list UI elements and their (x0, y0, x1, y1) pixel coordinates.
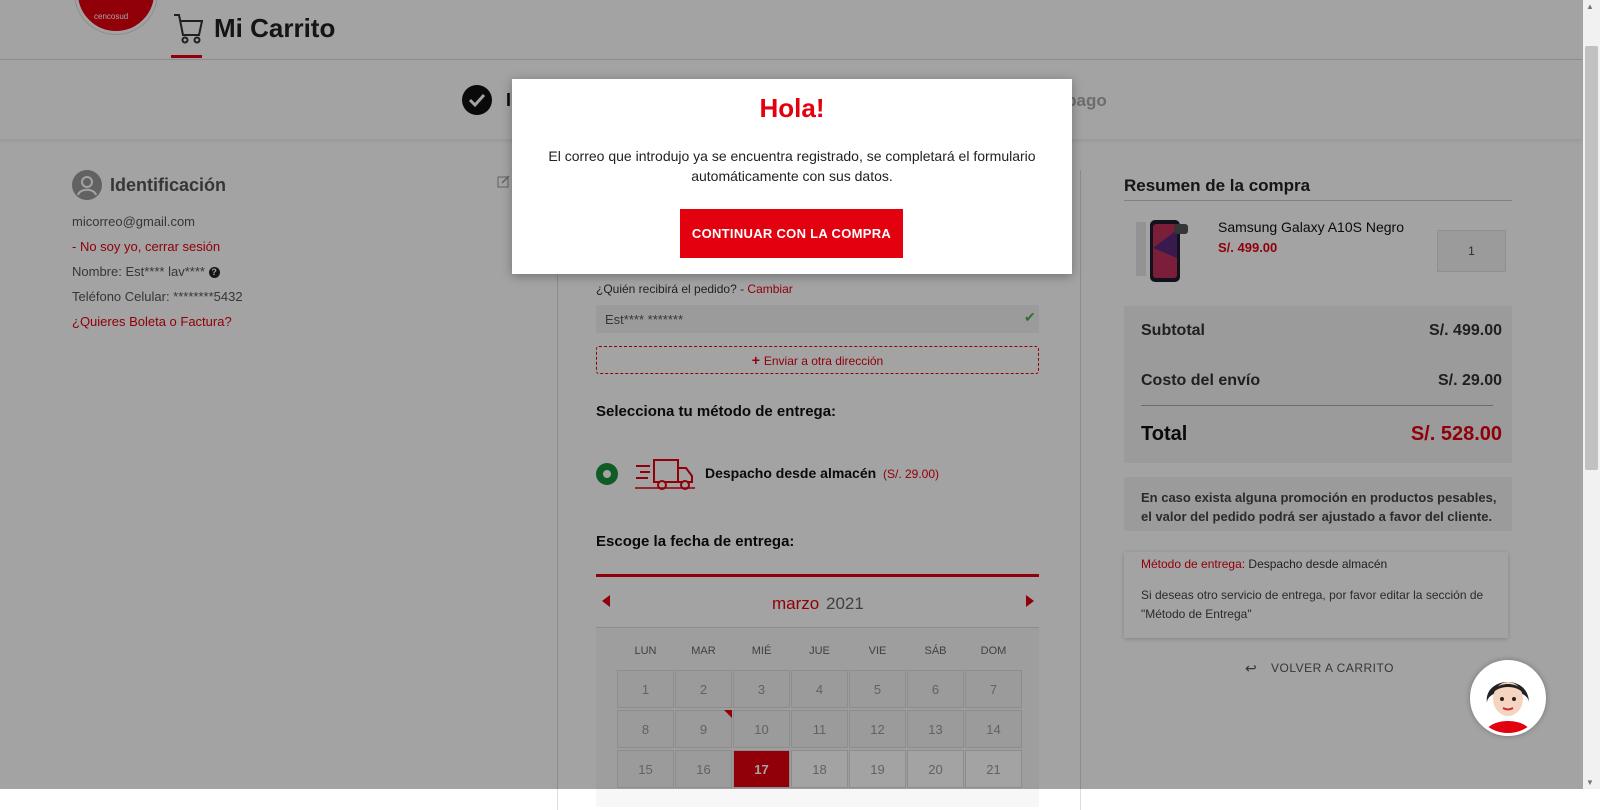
continue-purchase-button[interactable]: CONTINUAR CON LA COMPRA (680, 209, 903, 258)
assistant-face-icon (1473, 663, 1543, 733)
modal-message: El correo que introdujo ya se encuentra … (548, 148, 1036, 184)
scroll-up-arrow-icon[interactable]: ▲ (1586, 2, 1594, 11)
login-notice-modal: Hola! El correo que introdujo ya se encu… (512, 79, 1072, 274)
scrollbar-thumb[interactable] (1585, 46, 1598, 470)
scroll-down-arrow-icon[interactable]: ▼ (1586, 778, 1594, 787)
modal-title: Hola! (759, 93, 825, 123)
chatbot-avatar-button[interactable] (1470, 660, 1546, 736)
